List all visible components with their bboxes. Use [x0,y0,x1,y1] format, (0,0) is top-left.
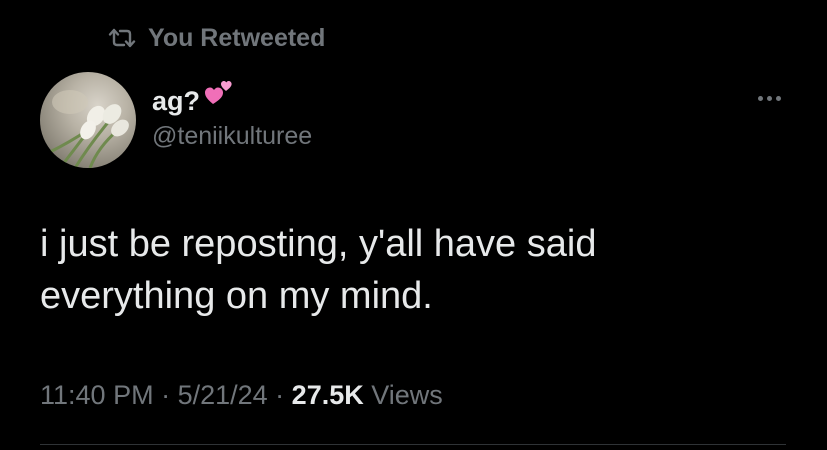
author-block[interactable]: ag? @teniikulturee [152,80,312,152]
more-options-icon[interactable] [752,90,786,106]
user-handle[interactable]: @teniikulturee [152,122,312,152]
retweet-banner[interactable]: You Retweeted [108,22,325,54]
retweet-label: You Retweeted [148,23,326,52]
retweet-icon [108,27,136,49]
display-name[interactable]: ag? [152,80,312,118]
tweet-text: i just be reposting, y'all have said eve… [40,223,597,317]
heart-emoji-icon [204,78,234,115]
dot [766,95,772,101]
dot [757,95,763,101]
tweet-meta: 11:40 PM · 5/21/24 · 27.5K Views [40,380,443,411]
meta-separator: · [153,380,178,410]
views-label: Views [363,380,443,410]
dot [775,95,781,101]
tweet-time[interactable]: 11:40 PM [40,380,154,411]
divider [40,444,786,445]
tweet-date[interactable]: 5/21/24 [178,380,268,411]
meta-separator: · [267,380,292,410]
avatar[interactable] [40,72,136,168]
display-name-text: ag? [152,85,201,116]
views-count[interactable]: 27.5K [292,380,364,411]
